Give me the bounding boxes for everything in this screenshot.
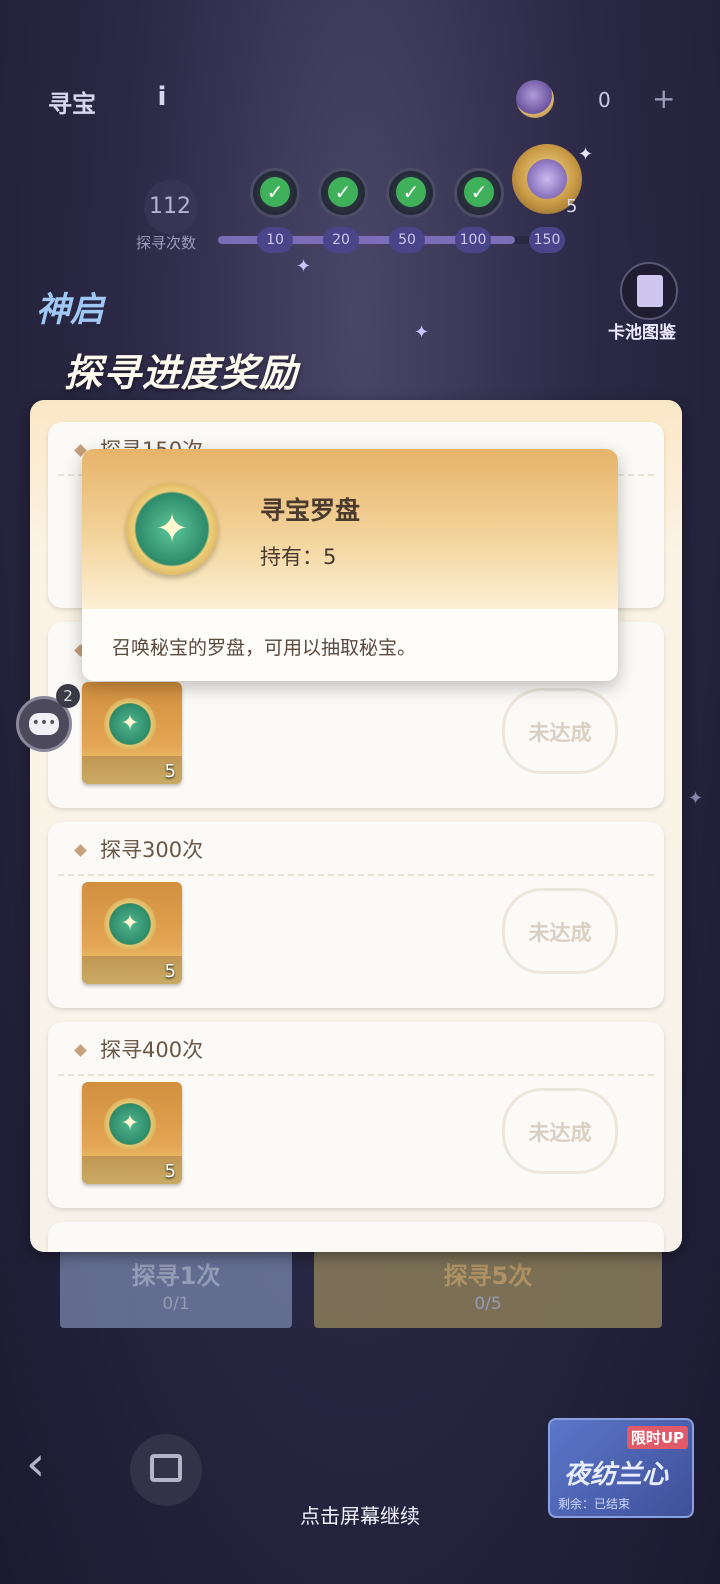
check-icon: ✓ bbox=[464, 177, 494, 207]
milestone-claimed[interactable]: ✓ bbox=[454, 168, 504, 218]
milestone-label: 20 bbox=[323, 227, 359, 253]
draw-once-button[interactable]: 探寻1次 0/1 bbox=[60, 1250, 292, 1328]
reward-row-title: 探寻400次 bbox=[100, 1038, 204, 1062]
page-title: 寻宝 bbox=[48, 90, 96, 118]
banner-tag: 限时UP bbox=[626, 1426, 688, 1449]
compass-icon: ✦ bbox=[104, 898, 156, 950]
milestone-claimed[interactable]: ✓ bbox=[318, 168, 368, 218]
info-icon[interactable]: i bbox=[152, 82, 172, 116]
reward-qty: 5 bbox=[164, 761, 176, 782]
banner-title: 夜纺兰心 bbox=[564, 1460, 669, 1490]
reward-qty: 5 bbox=[164, 1161, 176, 1182]
milestone-label: 50 bbox=[389, 227, 425, 253]
draw-five-cost: 0/5 bbox=[474, 1294, 502, 1314]
item-name: 寻宝罗盘 bbox=[260, 496, 361, 525]
diamond-icon bbox=[74, 844, 87, 857]
sparkle-icon: ✦ bbox=[688, 788, 704, 809]
back-button[interactable]: ‹ bbox=[26, 1436, 102, 1502]
search-count-label: 探寻次数 bbox=[136, 234, 197, 252]
reward-qty: 5 bbox=[164, 961, 176, 982]
check-icon: ✓ bbox=[260, 177, 290, 207]
chevron-left-icon: ‹ bbox=[26, 1436, 46, 1492]
milestone-claimed[interactable]: ✓ bbox=[250, 168, 300, 218]
search-count: 112 bbox=[149, 194, 191, 219]
reward-row: 探寻300次 ✦ 5 未达成 bbox=[48, 822, 664, 1008]
top-bar: 寻宝 i 0 + bbox=[0, 78, 720, 124]
milestone-label: 150 bbox=[529, 227, 565, 253]
panel-title: 探寻进度奖励 bbox=[64, 351, 299, 395]
item-tooltip: ✦ 寻宝罗盘 持有：5 召唤秘宝的罗盘，可用以抽取秘宝。 bbox=[82, 449, 618, 681]
compass-currency-icon bbox=[516, 80, 554, 118]
reward-item-compass[interactable]: ✦ 5 bbox=[82, 1082, 182, 1184]
status-badge: 未达成 bbox=[502, 688, 618, 774]
reward-row: 探寻400次 ✦ 5 未达成 bbox=[48, 1022, 664, 1208]
status-text: 未达成 bbox=[528, 1121, 592, 1145]
card-pool-book-button[interactable] bbox=[620, 262, 678, 320]
milestone-label: 10 bbox=[257, 227, 293, 253]
draw-once-label: 探寻1次 bbox=[131, 1262, 221, 1290]
milestone-label: 100 bbox=[455, 227, 491, 253]
draw-five-label: 探寻5次 bbox=[443, 1262, 533, 1290]
compass-icon: ✦ bbox=[104, 698, 156, 750]
check-icon: ✓ bbox=[396, 177, 426, 207]
search-progress: 112 探寻次数 ✓ ✓ ✓ ✓ 5 10 20 50 100 150 bbox=[0, 140, 720, 260]
event-logo: 神启 bbox=[36, 290, 104, 330]
tap-to-continue[interactable]: 点击屏幕继续 bbox=[0, 1500, 720, 1529]
item-owned: 持有：5 bbox=[260, 545, 337, 569]
status-badge: 未达成 bbox=[502, 1088, 618, 1174]
reward-item-compass[interactable]: ✦ 5 bbox=[82, 682, 182, 784]
check-icon: ✓ bbox=[328, 177, 358, 207]
sparkle-icon: ✦ bbox=[414, 322, 430, 343]
compass-icon: ✦ bbox=[126, 483, 218, 575]
reward-row-title: 探寻300次 bbox=[100, 838, 204, 862]
final-reward-count: 5 bbox=[566, 196, 578, 217]
status-text: 未达成 bbox=[528, 721, 592, 745]
book-icon bbox=[637, 275, 663, 307]
chat-icon: ••• bbox=[29, 713, 59, 735]
draw-once-cost: 0/1 bbox=[162, 1294, 190, 1314]
diamond-icon bbox=[74, 1044, 87, 1057]
reward-item-compass[interactable]: ✦ 5 bbox=[82, 882, 182, 984]
reward-row bbox=[48, 1222, 664, 1252]
card-pool-book-label: 卡池图鉴 bbox=[608, 323, 676, 343]
chat-badge: 2 bbox=[56, 684, 80, 708]
status-text: 未达成 bbox=[528, 921, 592, 945]
currency-count: 0 bbox=[598, 88, 611, 112]
item-description: 召唤秘宝的罗盘，可用以抽取秘宝。 bbox=[112, 637, 417, 659]
home-button[interactable] bbox=[130, 1434, 202, 1506]
home-icon bbox=[150, 1454, 182, 1482]
compass-icon: ✦ bbox=[104, 1098, 156, 1150]
status-badge: 未达成 bbox=[502, 888, 618, 974]
milestone-claimed[interactable]: ✓ bbox=[386, 168, 436, 218]
add-currency-button[interactable]: + bbox=[652, 82, 675, 115]
draw-five-button[interactable]: 探寻5次 0/5 bbox=[314, 1250, 662, 1328]
